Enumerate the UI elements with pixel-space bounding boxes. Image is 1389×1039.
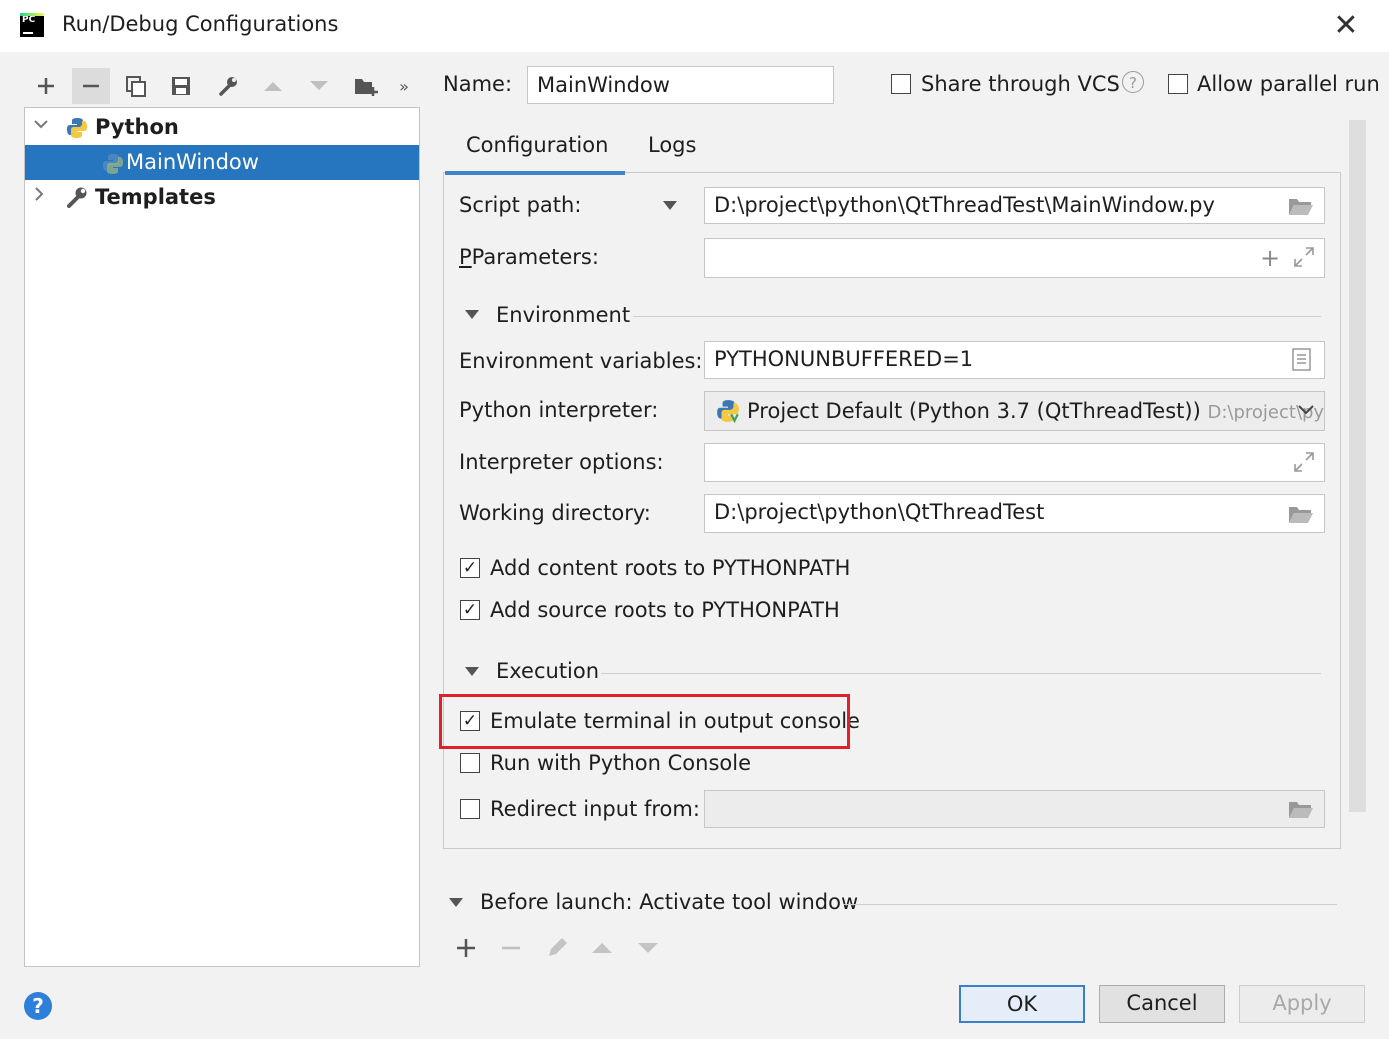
execution-collapse-icon[interactable] [465, 667, 479, 676]
interpreter-options-label: Interpreter options: [459, 450, 664, 474]
folder-open-icon[interactable] [1287, 195, 1315, 217]
chevron-down-icon[interactable] [1298, 404, 1314, 416]
python-icon [67, 118, 87, 138]
edit-pencil-icon[interactable] [546, 935, 570, 959]
redirect-input-checkbox[interactable] [460, 799, 480, 819]
execution-section-label: Execution [496, 659, 600, 683]
wrench-icon [67, 187, 87, 208]
save-icon [172, 77, 190, 95]
env-vars-input[interactable]: PYTHONUNBUFFERED=1 [704, 341, 1325, 379]
tree-item-templates[interactable]: Templates [25, 180, 419, 215]
script-path-value: D:\project\python\QtThreadTest\MainWindo… [714, 193, 1215, 217]
save-configuration-button[interactable] [163, 68, 199, 104]
share-vcs-label: Share through VCS [921, 72, 1120, 96]
folder-add-icon [355, 79, 378, 96]
name-input[interactable]: MainWindow [527, 66, 834, 104]
script-path-input[interactable]: D:\project\python\QtThreadTest\MainWindo… [704, 187, 1325, 224]
working-dir-label: Working directory: [459, 501, 651, 525]
working-dir-input[interactable]: D:\project\python\QtThreadTest [704, 494, 1325, 533]
tree-mainwindow-label: MainWindow [126, 150, 259, 174]
run-python-console-label: Run with Python Console [490, 751, 752, 775]
share-vcs-checkbox[interactable] [891, 74, 911, 94]
arrow-up-icon[interactable] [591, 941, 613, 955]
parameters-input[interactable] [704, 238, 1325, 278]
move-up-button[interactable] [255, 68, 291, 104]
copy-configuration-button[interactable] [118, 68, 154, 104]
move-down-button[interactable] [301, 68, 337, 104]
wrench-icon [219, 77, 237, 96]
window-title: Run/Debug Configurations [62, 12, 339, 36]
plus-icon [38, 78, 54, 94]
chevron-down-icon [34, 120, 48, 129]
redirect-input-field [704, 790, 1325, 828]
pycharm-logo-icon: PC [20, 13, 44, 37]
document-list-icon[interactable] [1292, 348, 1312, 372]
tab-configuration[interactable]: Configuration [466, 133, 608, 157]
add-content-roots-label: Add content roots to PYTHONPATH [490, 556, 851, 580]
arrow-up-icon [264, 82, 282, 91]
remove-configuration-button[interactable] [72, 68, 110, 104]
scrollbar[interactable] [1349, 120, 1366, 812]
highlight-box [439, 694, 850, 749]
script-type-dropdown-icon[interactable] [663, 201, 677, 210]
add-source-roots-checkbox[interactable]: ✓ [460, 600, 480, 620]
folder-open-icon[interactable] [1287, 503, 1315, 525]
add-source-roots-label: Add source roots to PYTHONPATH [490, 598, 840, 622]
tree-templates-label: Templates [95, 185, 216, 209]
arrow-down-icon[interactable] [637, 941, 659, 955]
more-actions-icon[interactable]: » [392, 68, 416, 104]
chevron-right-icon [35, 187, 44, 201]
arrow-down-icon [310, 81, 328, 90]
section-divider [601, 673, 1321, 674]
tree-item-mainwindow[interactable]: MainWindow [25, 145, 419, 180]
python-interpreter-select[interactable]: Project Default (Python 3.7 (QtThreadTes… [704, 391, 1325, 431]
expand-icon[interactable] [1293, 246, 1315, 268]
section-divider [633, 316, 1321, 317]
cancel-button[interactable]: Cancel [1099, 985, 1225, 1023]
before-launch-collapse-icon[interactable] [449, 898, 463, 907]
add-content-roots-checkbox[interactable]: ✓ [460, 558, 480, 578]
minus-icon[interactable] [500, 937, 522, 959]
env-vars-label: Environment variables: [459, 349, 703, 373]
interpreter-value: Project Default (Python 3.7 (QtThreadTes… [747, 399, 1201, 423]
interpreter-options-input[interactable] [704, 443, 1325, 482]
close-button[interactable]: ✕ [1328, 8, 1364, 44]
help-button[interactable]: ? [24, 992, 52, 1020]
ok-button[interactable]: OK [959, 985, 1085, 1023]
minus-icon [83, 84, 99, 88]
edit-templates-button[interactable] [210, 68, 246, 104]
tree-python-label: Python [95, 115, 179, 139]
run-python-console-checkbox[interactable] [460, 753, 480, 773]
redirect-input-label: Redirect input from: [490, 797, 700, 821]
copy-icon [126, 76, 146, 97]
allow-parallel-checkbox[interactable] [1168, 74, 1188, 94]
plus-icon[interactable]: + [1260, 244, 1280, 272]
active-tab-indicator [445, 171, 625, 175]
new-folder-button[interactable] [348, 68, 384, 104]
python-file-icon [103, 154, 123, 174]
tree-item-python[interactable]: Python [25, 110, 419, 145]
python-interpreter-label: Python interpreter: [459, 398, 659, 422]
parameters-label: PParameters: [459, 245, 599, 269]
apply-button[interactable]: Apply [1239, 985, 1365, 1023]
expand-icon[interactable] [1293, 451, 1315, 473]
configuration-tree: Python MainWindow Templates [24, 107, 420, 967]
before-launch-label: Before launch: Activate tool window [480, 890, 859, 914]
help-question-icon[interactable]: ? [1122, 71, 1144, 93]
name-label: Name: [443, 72, 513, 96]
environment-section-label: Environment [496, 303, 631, 327]
allow-parallel-label: Allow parallel run [1197, 72, 1380, 96]
plus-icon[interactable] [455, 937, 477, 959]
environment-collapse-icon[interactable] [465, 310, 479, 319]
folder-open-icon [1289, 802, 1313, 818]
python-interpreter-icon [717, 400, 739, 424]
section-divider [843, 904, 1337, 905]
tab-logs[interactable]: Logs [648, 133, 696, 157]
script-path-label: Script path: [459, 193, 582, 217]
add-configuration-button[interactable] [28, 68, 64, 104]
